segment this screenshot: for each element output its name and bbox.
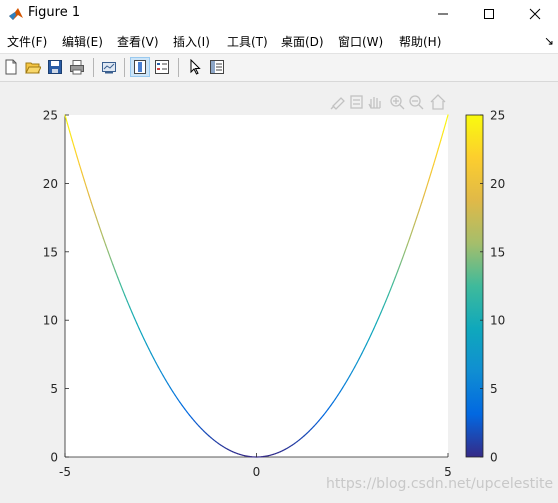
minimize-button[interactable] [420, 0, 466, 28]
colorbar-ticks: 0 5 10 15 20 25 [480, 109, 505, 465]
close-icon [529, 8, 541, 20]
open-file-icon [25, 62, 41, 74]
x-tick-label: -5 [59, 465, 71, 479]
toolbar-separator [178, 58, 179, 77]
watermark: https://blog.csdn.net/upcelestite [326, 476, 554, 492]
insert-legend-button[interactable] [152, 57, 172, 77]
y-tick-label: 20 [43, 177, 58, 191]
colorbar-tick-label: 10 [490, 314, 505, 328]
y-tick-label: 0 [50, 451, 58, 465]
menu-edit[interactable]: 编辑(E) [62, 33, 103, 50]
edit-plot-button[interactable] [185, 57, 205, 77]
axes-toolbar [330, 94, 446, 110]
menu-view[interactable]: 查看(V) [117, 33, 159, 50]
datatip-icon[interactable] [350, 95, 363, 109]
maximize-button[interactable] [466, 0, 512, 28]
menu-bar: 文件(F) 编辑(E) 查看(V) 插入(I) 工具(T) 桌面(D) 窗口(W… [0, 28, 558, 54]
dock-arrow-icon[interactable]: ↘ [544, 34, 554, 48]
matlab-logo-icon [9, 8, 23, 20]
insert-legend-icon [155, 60, 169, 74]
property-inspector-button[interactable] [207, 57, 227, 77]
menu-desktop[interactable]: 桌面(D) [281, 33, 324, 50]
axes-background [65, 115, 448, 457]
colorbar-tick-label: 25 [490, 109, 505, 123]
insert-colorbar-button[interactable] [130, 57, 150, 77]
minimize-icon [438, 13, 448, 15]
colorbar-tick-label: 0 [490, 451, 498, 465]
pan-icon[interactable] [368, 97, 381, 109]
zoom-out-icon[interactable] [409, 95, 424, 110]
x-tick-label: 0 [253, 465, 261, 479]
colorbar-tick-label: 5 [490, 382, 498, 396]
open-file-button[interactable] [23, 57, 43, 77]
y-tick-label: 25 [43, 109, 58, 123]
link-plot-icon [102, 62, 116, 74]
y-tick-label: 5 [50, 382, 58, 396]
toolbar-separator [124, 58, 125, 77]
edit-plot-icon [190, 59, 201, 75]
home-icon[interactable] [430, 94, 446, 110]
y-tick-label: 15 [43, 245, 58, 259]
close-button[interactable] [512, 0, 558, 28]
new-figure-button[interactable] [1, 57, 21, 77]
menu-window[interactable]: 窗口(W) [338, 33, 383, 50]
y-tick-label: 10 [43, 314, 58, 328]
save-icon [48, 60, 62, 74]
save-button[interactable] [45, 57, 65, 77]
link-plot-button[interactable] [99, 57, 119, 77]
title-bar: Figure 1 [0, 0, 558, 28]
print-button[interactable] [67, 57, 87, 77]
menu-help[interactable]: 帮助(H) [399, 33, 441, 50]
maximize-icon [484, 9, 494, 19]
toolbar-separator [93, 58, 94, 77]
colorbar-tick-label: 20 [490, 177, 505, 191]
property-inspector-icon [210, 60, 224, 74]
zoom-in-icon[interactable] [390, 95, 405, 110]
new-figure-icon [5, 59, 17, 75]
window-title: Figure 1 [28, 5, 81, 20]
colorbar[interactable] [465, 114, 484, 458]
menu-insert[interactable]: 插入(I) [173, 33, 210, 50]
print-icon [70, 60, 84, 75]
menu-tools[interactable]: 工具(T) [227, 33, 268, 50]
figure-canvas: -5 0 5 0 5 10 15 20 25 0 5 10 15 20 25 [0, 82, 558, 503]
figure-toolbar [0, 54, 558, 82]
brush-icon[interactable] [330, 97, 345, 110]
insert-colorbar-icon [134, 60, 146, 74]
colorbar-tick-label: 15 [490, 245, 505, 259]
plot-svg: -5 0 5 0510152025 0510152025 [43, 94, 505, 479]
menu-file[interactable]: 文件(F) [7, 33, 47, 50]
